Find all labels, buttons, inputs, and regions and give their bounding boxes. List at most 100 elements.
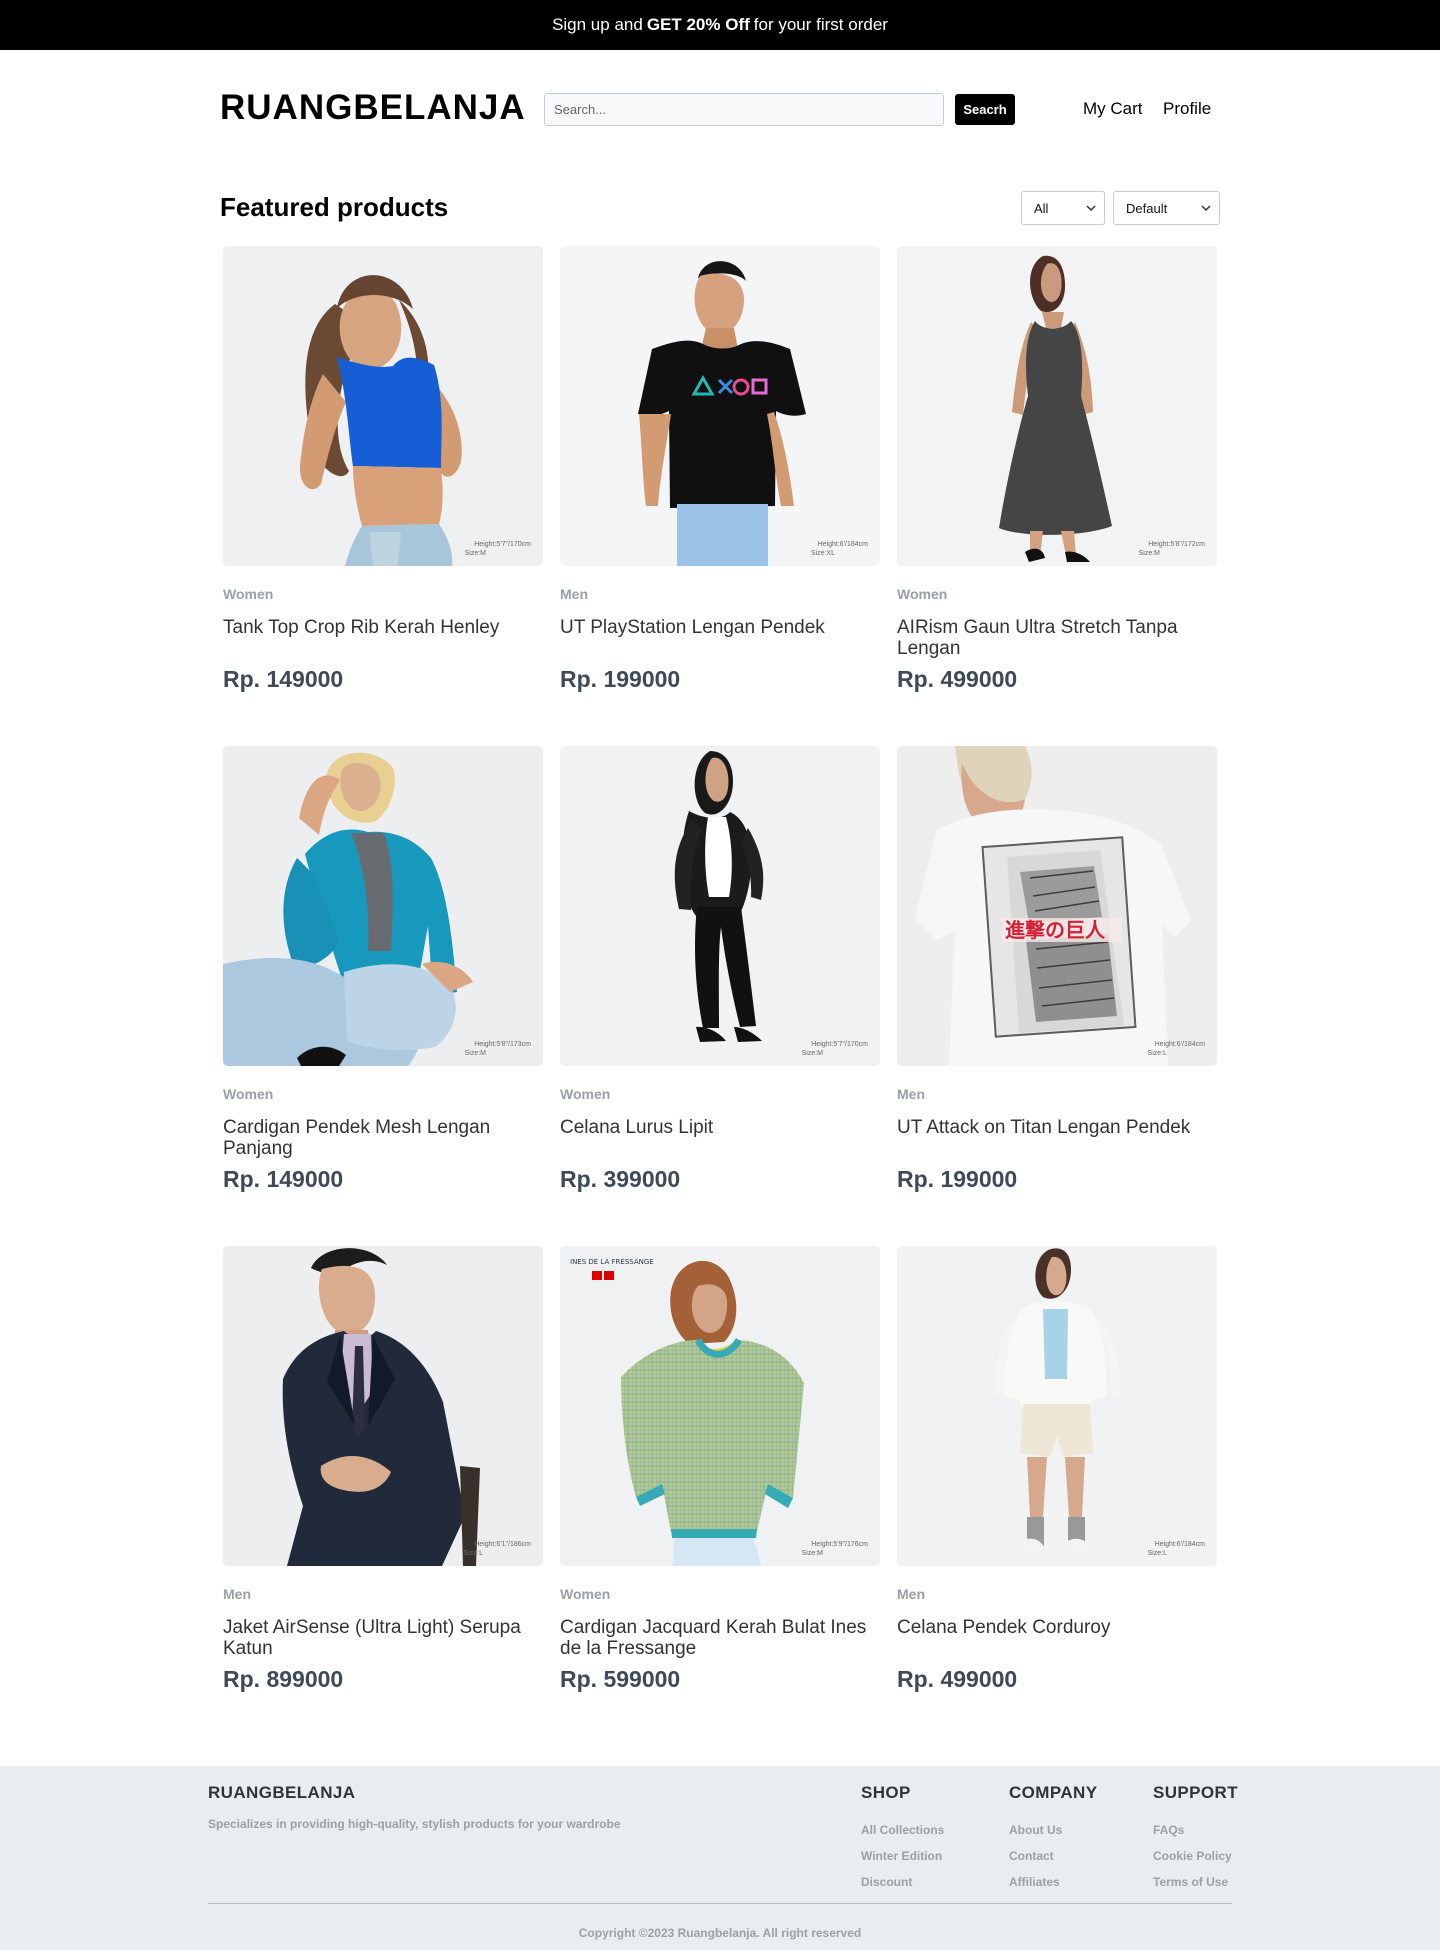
promo-banner: Sign up and GET 20% Off for your first o… bbox=[0, 0, 1440, 50]
copyright-text: Copyright ©2023 Ruangbelanja. All right … bbox=[578, 1926, 862, 1940]
product-card[interactable]: Height:5'7"/170cm Size:M Women Tank Top … bbox=[223, 246, 543, 716]
footer-link-terms-of-use[interactable]: Terms of Use bbox=[1153, 1869, 1238, 1895]
product-category: Men bbox=[560, 586, 588, 602]
product-image[interactable]: Height:5'7"/170cm Size:M bbox=[560, 746, 880, 1066]
product-name[interactable]: Celana Pendek Corduroy bbox=[897, 1617, 1207, 1638]
product-model-label: Height:5'7"/170cm bbox=[811, 1041, 868, 1048]
product-model-label: Height:6'/184cm bbox=[817, 541, 868, 548]
product-size-label: Size:XL bbox=[810, 550, 835, 557]
footer-brand: RUANGBELANJA bbox=[208, 1783, 356, 1802]
footer-divider bbox=[208, 1903, 1232, 1904]
product-card[interactable]: Height:6'/184cm Size:L Men Celana Pendek… bbox=[897, 1246, 1217, 1716]
brand-logo[interactable]: RUANGBELANJA bbox=[220, 88, 526, 128]
product-category: Women bbox=[560, 1086, 611, 1102]
product-photo-navy-jacket bbox=[223, 1246, 543, 1566]
product-model-label: Height:6'1"/186cm bbox=[474, 1541, 531, 1548]
product-photo-corduroy-shorts bbox=[897, 1246, 1217, 1566]
product-model-label: Height:5'7"/170cm bbox=[474, 541, 531, 548]
product-size-label: Size:M bbox=[1138, 550, 1160, 557]
product-card[interactable]: Height:5'8"/172cm Size:M Women AIRism Ga… bbox=[897, 246, 1217, 716]
footer-link-cookie-policy[interactable]: Cookie Policy bbox=[1153, 1843, 1238, 1869]
footer-support-heading: SUPPORT bbox=[1153, 1783, 1238, 1802]
product-name[interactable]: AIRism Gaun Ultra Stretch Tanpa Lengan bbox=[897, 617, 1207, 659]
product-price: Rp. 399000 bbox=[560, 1166, 681, 1192]
promo-highlight: GET 20% Off bbox=[646, 15, 750, 34]
footer-link-all-collections[interactable]: All Collections bbox=[861, 1817, 944, 1843]
category-filter-value: All bbox=[1034, 200, 1049, 216]
product-size-label: Size:L bbox=[1147, 1050, 1167, 1057]
product-photo-blue-tank-top bbox=[223, 246, 543, 566]
search-button[interactable]: Seacrh bbox=[955, 94, 1015, 125]
product-card[interactable]: Height:6'/184cm Size:XL Men UT PlayStati… bbox=[560, 246, 880, 716]
product-card[interactable]: INES DE LA FRESSANGE Height:5'9"/176cm S… bbox=[560, 1246, 880, 1716]
product-model-label: Height:5'8"/173cm bbox=[474, 1041, 531, 1048]
footer-link-contact[interactable]: Contact bbox=[1009, 1843, 1097, 1869]
product-name[interactable]: UT PlayStation Lengan Pendek bbox=[560, 617, 870, 638]
footer-link-winter-edition[interactable]: Winter Edition bbox=[861, 1843, 944, 1869]
svg-text:INES DE LA FRESSANGE: INES DE LA FRESSANGE bbox=[570, 1258, 654, 1266]
product-category: Women bbox=[223, 586, 274, 602]
product-image[interactable]: INES DE LA FRESSANGE Height:5'9"/176cm S… bbox=[560, 1246, 880, 1566]
my-cart-link[interactable]: My Cart bbox=[1083, 99, 1143, 119]
footer-company-heading: COMPANY bbox=[1009, 1783, 1098, 1802]
product-name[interactable]: Cardigan Jacquard Kerah Bulat Ines de la… bbox=[560, 1617, 870, 1659]
product-photo-playstation-shirt bbox=[560, 246, 880, 566]
product-size-label: Size:M bbox=[801, 1550, 823, 1557]
product-image[interactable]: 進撃の巨人 Height:6'/184cm Size:L bbox=[897, 746, 1217, 1066]
product-price: Rp. 149000 bbox=[223, 666, 344, 692]
product-name[interactable]: Celana Lurus Lipit bbox=[560, 1117, 870, 1138]
product-card[interactable]: 進撃の巨人 Height:6'/184cm Size:L Men UT Atta… bbox=[897, 746, 1217, 1216]
product-category: Men bbox=[897, 1086, 925, 1102]
product-photo-black-trousers bbox=[560, 746, 880, 1066]
promo-suffix: for your first order bbox=[753, 15, 888, 34]
product-photo-blue-cardigan bbox=[223, 746, 543, 1066]
product-card[interactable]: Height:6'1"/186cm Size:L Men Jaket AirSe… bbox=[223, 1246, 543, 1716]
product-name[interactable]: UT Attack on Titan Lengan Pendek bbox=[897, 1117, 1207, 1138]
product-name[interactable]: Cardigan Pendek Mesh Lengan Panjang bbox=[223, 1117, 533, 1159]
product-card[interactable]: Height:5'8"/173cm Size:M Women Cardigan … bbox=[223, 746, 543, 1216]
product-name[interactable]: Tank Top Crop Rib Kerah Henley bbox=[223, 617, 533, 638]
product-size-label: Size:M bbox=[464, 550, 486, 557]
footer-link-faqs[interactable]: FAQs bbox=[1153, 1817, 1238, 1843]
product-model-label: Height:6'/184cm bbox=[1154, 1041, 1205, 1048]
chevron-down-icon bbox=[1201, 205, 1211, 211]
product-size-label: Size:M bbox=[801, 1050, 823, 1057]
product-category: Women bbox=[223, 1086, 274, 1102]
product-image[interactable]: Height:6'/184cm Size:XL bbox=[560, 246, 880, 566]
footer-support-column: SUPPORT FAQs Cookie Policy Terms of Use bbox=[1153, 1783, 1238, 1895]
product-image[interactable]: Height:5'7"/170cm Size:M bbox=[223, 246, 543, 566]
product-category: Women bbox=[897, 586, 948, 602]
category-filter-select[interactable]: All bbox=[1021, 191, 1105, 225]
sort-filter-select[interactable]: Default bbox=[1113, 191, 1220, 225]
chevron-down-icon bbox=[1086, 205, 1096, 211]
search-input[interactable] bbox=[544, 93, 944, 126]
footer-link-discount[interactable]: Discount bbox=[861, 1869, 944, 1895]
product-size-label: Size:L bbox=[1147, 1550, 1167, 1557]
product-price: Rp. 149000 bbox=[223, 1166, 344, 1192]
product-image[interactable]: Height:5'8"/173cm Size:M bbox=[223, 746, 543, 1066]
product-model-label: Height:5'8"/172cm bbox=[1148, 541, 1205, 548]
product-price: Rp. 599000 bbox=[560, 1666, 681, 1692]
product-image[interactable]: Height:5'8"/172cm Size:M bbox=[897, 246, 1217, 566]
footer-shop-column: SHOP All Collections Winter Edition Disc… bbox=[861, 1783, 944, 1895]
product-price: Rp. 199000 bbox=[897, 1166, 1018, 1192]
product-image[interactable]: Height:6'/184cm Size:L bbox=[897, 1246, 1217, 1566]
product-price: Rp. 499000 bbox=[897, 1666, 1018, 1692]
product-size-label: Size:M bbox=[464, 1050, 486, 1057]
profile-link[interactable]: Profile bbox=[1163, 99, 1211, 119]
product-card[interactable]: Height:5'7"/170cm Size:M Women Celana Lu… bbox=[560, 746, 880, 1216]
product-price: Rp. 499000 bbox=[897, 666, 1018, 692]
product-photo-green-jacquard-cardigan: INES DE LA FRESSANGE bbox=[560, 1246, 880, 1566]
footer-link-affiliates[interactable]: Affiliates bbox=[1009, 1869, 1097, 1895]
footer-link-about-us[interactable]: About Us bbox=[1009, 1817, 1097, 1843]
footer-description: Specializes in providing high-quality, s… bbox=[208, 1817, 621, 1831]
product-name[interactable]: Jaket AirSense (Ultra Light) Serupa Katu… bbox=[223, 1617, 533, 1659]
svg-text:進撃の巨人: 進撃の巨人 bbox=[1005, 918, 1106, 942]
product-photo-gray-dress bbox=[897, 246, 1217, 566]
site-footer: RUANGBELANJA Specializes in providing hi… bbox=[0, 1766, 1440, 1950]
promo-prefix: Sign up and bbox=[552, 15, 643, 34]
product-category: Men bbox=[897, 1586, 925, 1602]
product-image[interactable]: Height:6'1"/186cm Size:L bbox=[223, 1246, 543, 1566]
product-price: Rp. 199000 bbox=[560, 666, 681, 692]
product-model-label: Height:5'9"/176cm bbox=[811, 1541, 868, 1548]
